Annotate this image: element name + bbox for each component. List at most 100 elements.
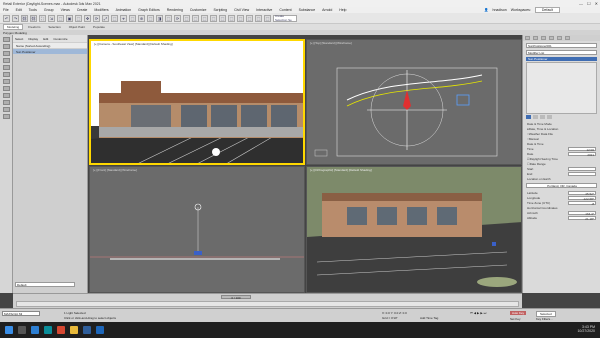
toolbar-icon-14[interactable]: ⬚ <box>129 14 136 22</box>
tool-bones-icon[interactable] <box>3 114 10 119</box>
tool-warps-icon[interactable] <box>3 93 10 98</box>
tool-geometry-icon[interactable] <box>3 58 10 63</box>
year-spinner[interactable]: 2021 <box>568 151 596 157</box>
toolbar-icon-10[interactable]: ⟳ <box>93 14 100 22</box>
tab-display[interactable]: Display <box>28 37 38 41</box>
toolbar-icon-15[interactable]: ⊕ <box>138 14 145 22</box>
toolbar-icon-9[interactable]: ✥ <box>84 14 91 22</box>
tab-freeform[interactable]: Freeform <box>25 25 43 29</box>
make-unique-icon[interactable] <box>540 115 545 119</box>
tool-filter-icon[interactable] <box>3 51 10 56</box>
timezone-spinner[interactable]: -8 <box>568 200 596 206</box>
tab-object-paint[interactable]: Object Paint <box>66 25 88 29</box>
toolbar-icon-12[interactable]: ⬚ <box>111 14 118 22</box>
latitude-spinner[interactable]: 45.52° <box>568 190 596 196</box>
toolbar-icon-22[interactable]: ⬚ <box>201 14 208 22</box>
tab-customize[interactable]: Customize <box>53 37 67 41</box>
next-frame-icon[interactable]: ▶ <box>480 311 482 315</box>
viewport-top-label[interactable]: [+] [Top] [Standard] [Wireframe] <box>310 41 352 45</box>
azimuth-spinner[interactable]: 164.4° <box>568 210 596 216</box>
menu-group[interactable]: Group <box>44 8 54 12</box>
auto-key-button[interactable]: Auto Key <box>510 311 527 315</box>
user-icon[interactable]: 👤 <box>484 8 488 12</box>
add-time-tag-button[interactable]: Add Time Tag <box>420 316 438 320</box>
search-icon[interactable] <box>18 326 26 334</box>
tab-edit[interactable]: Edit <box>43 37 48 41</box>
longitude-spinner[interactable]: -122.68° <box>568 195 596 201</box>
menu-scripting[interactable]: Scripting <box>213 8 227 12</box>
menu-graph-editors[interactable]: Graph Editors <box>138 8 160 12</box>
tab-select[interactable]: Select <box>15 37 23 41</box>
time-slider[interactable]: 0 / 100 <box>221 295 251 300</box>
goto-start-icon[interactable]: ⏮ <box>470 311 473 315</box>
maxscript-listener[interactable]: MAXScript Mi <box>2 311 40 316</box>
edge-icon[interactable] <box>31 326 39 334</box>
outlook-icon[interactable] <box>96 326 104 334</box>
system-clock[interactable]: 3:43 PM 10/27/2020 <box>577 325 595 333</box>
tool-groups-icon[interactable] <box>3 100 10 105</box>
toolbar-icon-18[interactable]: ⬚ <box>165 14 172 22</box>
tool-cameras-icon[interactable] <box>3 79 10 84</box>
toolbar-icon-0[interactable]: ↶ <box>3 14 10 22</box>
coordinate-display[interactable]: X: 0.0 Y: 0.0 Z: 0.0 <box>382 311 407 315</box>
toolbar-icon-27[interactable]: ⬚ <box>246 14 253 22</box>
menu-rendering[interactable]: Rendering <box>167 8 183 12</box>
close-button[interactable]: ✕ <box>595 1 598 6</box>
time-spinner[interactable]: 12:00 <box>568 146 596 152</box>
viewport-front[interactable]: [+] [Front] [Standard] [Wireframe] <box>89 166 305 293</box>
prev-frame-icon[interactable]: ◀ <box>474 311 476 315</box>
toolbar-icon-3[interactable]: ⛓ <box>30 14 37 22</box>
viewport-ortho-label[interactable]: [+] [Orthographic] [Standard] [Default S… <box>310 168 372 172</box>
viewport-front-label[interactable]: [+] [Front] [Standard] [Wireframe] <box>93 168 137 172</box>
set-key-button[interactable]: Set Key <box>510 317 521 321</box>
toolbar-icon-21[interactable]: ⬚ <box>192 14 199 22</box>
utilities-tab-icon[interactable] <box>565 36 570 40</box>
menu-animation[interactable]: Animation <box>116 8 132 12</box>
show-end-result-icon[interactable] <box>533 115 538 119</box>
start-spinner[interactable] <box>568 166 596 171</box>
tool-lights-icon[interactable] <box>3 72 10 77</box>
toolbar-icon-23[interactable]: ⬚ <box>210 14 217 22</box>
tab-populate[interactable]: Populate <box>90 25 108 29</box>
toolbar-icon-20[interactable]: ⬚ <box>183 14 190 22</box>
toolbar-icon-28[interactable]: ⬚ <box>255 14 262 22</box>
menu-edit[interactable]: Edit <box>16 8 22 12</box>
toolbar-icon-13[interactable]: ⌖ <box>120 14 127 22</box>
menu-customize[interactable]: Customize <box>190 8 207 12</box>
toolbar-icon-2[interactable]: ⛓ <box>21 14 28 22</box>
end-spinner[interactable] <box>568 171 596 176</box>
tool-xrefs-icon[interactable] <box>3 107 10 112</box>
tab-selection[interactable]: Selection <box>45 25 63 29</box>
menu-file[interactable]: File <box>3 8 9 12</box>
selection-set-dropdown[interactable]: Create Selection Se <box>273 14 297 22</box>
goto-end-icon[interactable]: ⏭ <box>484 311 487 315</box>
modifier-stack-list[interactable] <box>526 62 597 114</box>
menu-create[interactable]: Create <box>77 8 88 12</box>
column-header[interactable]: Name (Sorted Ascending) <box>13 43 87 48</box>
toolbar-icon-1[interactable]: ↷ <box>12 14 19 22</box>
menu-interactive[interactable]: Interactive <box>256 8 272 12</box>
modify-tab-icon[interactable] <box>533 36 538 40</box>
toolbar-icon-7[interactable]: ▣ <box>66 14 73 22</box>
motion-tab-icon[interactable] <box>549 36 554 40</box>
toolbar-icon-16[interactable]: ⬚ <box>147 14 154 22</box>
maximize-button[interactable]: ☐ <box>587 1 591 6</box>
tool-select-icon[interactable] <box>3 37 10 42</box>
minimize-button[interactable]: — <box>579 1 583 6</box>
pin-stack-icon[interactable] <box>526 115 531 119</box>
3dsmax-icon[interactable] <box>44 326 52 334</box>
toolbar-icon-4[interactable]: ⛶ <box>39 14 46 22</box>
toolbar-icon-29[interactable]: ⬚ <box>264 14 271 22</box>
ribbon-sub-label[interactable]: Polygon Modeling <box>3 31 27 35</box>
toolbar-icon-8[interactable]: ⬚ <box>75 14 82 22</box>
menu-arnold[interactable]: Arnold <box>322 8 332 12</box>
modifier-list-select[interactable]: Modifier List <box>526 50 597 55</box>
toolbar-icon-26[interactable]: ⬚ <box>237 14 244 22</box>
menu-views[interactable]: Views <box>61 8 70 12</box>
toolbar-icon-17[interactable]: ◨ <box>156 14 163 22</box>
viewport-orthographic[interactable]: [+] [Orthographic] [Standard] [Default S… <box>306 166 522 293</box>
create-tab-icon[interactable] <box>525 36 530 40</box>
toolbar-icon-24[interactable]: ⬚ <box>219 14 226 22</box>
menu-tools[interactable]: Tools <box>29 8 37 12</box>
menu-substance[interactable]: Substance <box>299 8 316 12</box>
